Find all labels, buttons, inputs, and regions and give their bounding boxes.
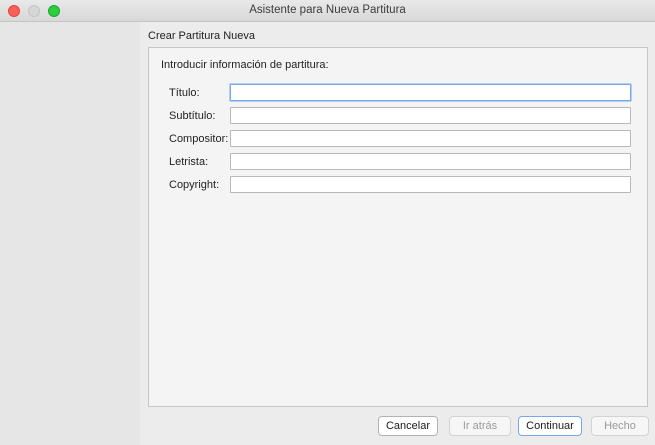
page-title: Crear Partitura Nueva <box>148 30 255 42</box>
lyricist-field[interactable] <box>230 153 631 170</box>
score-info-panel: Introducir información de partitura: Tít… <box>148 47 648 407</box>
composer-field[interactable] <box>230 130 631 147</box>
title-row: Título: <box>149 84 649 104</box>
subtitle-row: Subtítulo: <box>149 107 649 127</box>
composer-label: Compositor: <box>169 133 229 145</box>
title-label: Título: <box>169 87 200 99</box>
copyright-label: Copyright: <box>169 179 220 191</box>
lyricist-row: Letrista: <box>149 153 649 173</box>
sidebar <box>0 22 140 445</box>
window-title: Asistente para Nueva Partitura <box>249 4 406 16</box>
lyricist-label: Letrista: <box>169 156 209 168</box>
composer-row: Compositor: <box>149 130 649 150</box>
wizard-window: Asistente para Nueva Partitura Crear Par… <box>0 0 655 445</box>
done-button[interactable]: Hecho <box>591 416 649 436</box>
back-button[interactable]: Ir atrás <box>449 416 511 436</box>
title-bar[interactable]: Asistente para Nueva Partitura <box>0 0 655 22</box>
cancel-button[interactable]: Cancelar <box>378 416 438 436</box>
copyright-field[interactable] <box>230 176 631 193</box>
continue-button[interactable]: Continuar <box>518 416 582 436</box>
title-field[interactable] <box>230 84 631 101</box>
subtitle-field[interactable] <box>230 107 631 124</box>
subtitle-label: Subtítulo: <box>169 110 216 122</box>
panel-heading: Introducir información de partitura: <box>161 59 329 71</box>
copyright-row: Copyright: <box>149 176 649 196</box>
